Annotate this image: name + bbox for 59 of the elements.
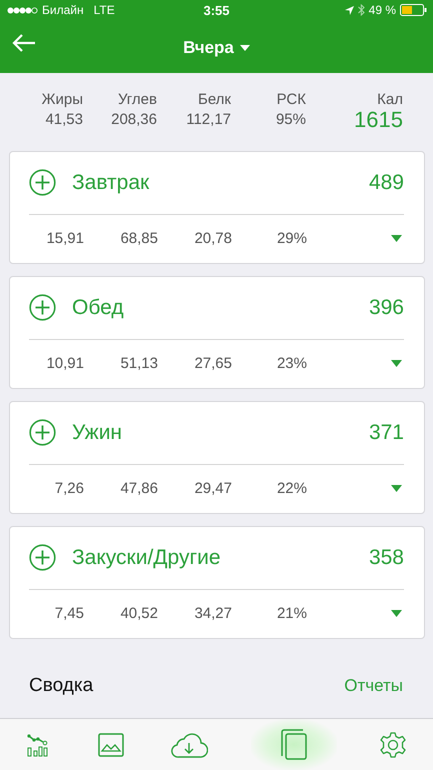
caret-icon: [240, 44, 250, 50]
carrier-name: Билайн: [42, 3, 84, 17]
date-dropdown[interactable]: Вчера: [183, 38, 250, 58]
battery-icon: [400, 4, 427, 16]
back-button[interactable]: [12, 34, 36, 52]
meal-calories: 358: [368, 546, 404, 570]
nutrient-value: 21%: [276, 605, 307, 622]
nutrient-value: 51,13: [119, 355, 158, 372]
nutrient-value: 29%: [276, 230, 307, 248]
nutrient-value: 7,45: [54, 605, 84, 622]
meal-name: Закуски/Другие: [72, 546, 222, 570]
nutrient-value: 40,52: [119, 605, 158, 622]
nutrient-value: 23%: [276, 355, 307, 372]
add-button[interactable]: [29, 544, 56, 572]
column-value: 41,53: [45, 111, 83, 128]
nutrient-value: 68,85: [119, 230, 158, 248]
column-label: РСК: [276, 91, 306, 108]
signal-icon: [7, 6, 38, 14]
column-value: 208,36: [111, 111, 157, 128]
expand-button[interactable]: [391, 360, 402, 368]
nutrient-value: 22%: [276, 480, 307, 498]
nutrient-value: 10,91: [45, 355, 84, 372]
cloud-icon: [170, 732, 208, 758]
meal-name: Завтрак: [72, 170, 150, 195]
nutrient-value: 34,27: [193, 605, 232, 622]
reports-link[interactable]: Отчеты: [344, 676, 403, 696]
battery-percent: 49 %: [368, 3, 396, 17]
location-icon: [344, 6, 354, 14]
nutrient-value: 27,65: [193, 355, 232, 372]
column-value: 95%: [276, 111, 306, 128]
column-value: 112,17: [186, 111, 231, 128]
meal-name: Обед: [72, 296, 125, 320]
expand-button[interactable]: [391, 485, 402, 492]
meal-calories: 371: [368, 420, 404, 445]
add-button[interactable]: [29, 294, 56, 322]
section-title: Сводка: [29, 675, 94, 697]
meal-calories: 396: [368, 296, 404, 320]
nutrient-value: 15,91: [45, 230, 84, 248]
image-icon: [98, 732, 124, 756]
expand-button[interactable]: [391, 235, 402, 242]
column-label: Кал: [377, 91, 403, 108]
copy-icon: [281, 729, 308, 760]
network-type: LTE: [94, 3, 115, 17]
add-button[interactable]: [29, 419, 56, 446]
column-label: Углев: [118, 91, 157, 108]
column-value: 1615: [354, 107, 403, 133]
nutrient-value: 7,26: [54, 480, 84, 498]
nutrient-value: 20,78: [193, 230, 232, 248]
status-time: 3:55: [202, 2, 231, 18]
meal-calories: 489: [368, 170, 404, 195]
nutrient-value: 47,86: [119, 480, 158, 498]
add-button[interactable]: [29, 169, 56, 196]
gear-icon: [380, 732, 406, 758]
meal-name: Ужин: [72, 420, 124, 445]
bluetooth-icon: [358, 4, 365, 16]
nutrient-value: 29,47: [193, 480, 232, 498]
expand-button[interactable]: [391, 610, 402, 618]
column-label: Жиры: [42, 91, 83, 108]
column-label: Белк: [198, 91, 231, 108]
